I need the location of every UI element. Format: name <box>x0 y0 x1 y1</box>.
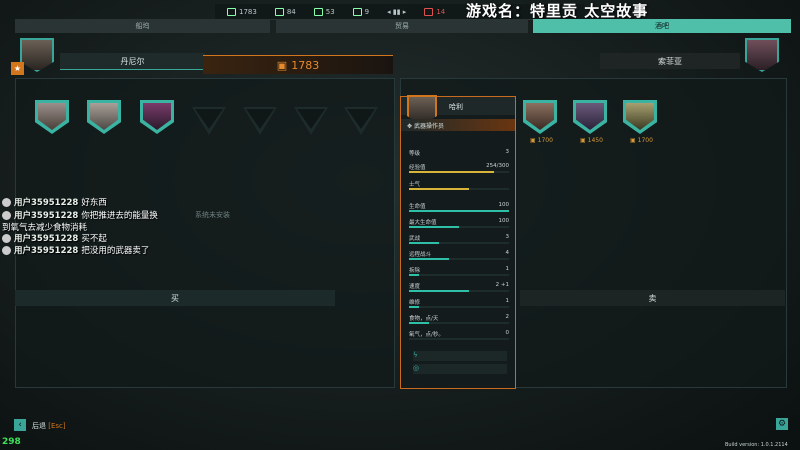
missile-icon <box>313 7 323 16</box>
player-name: 丹尼尔 <box>60 53 205 70</box>
sell-button[interactable]: 卖 <box>520 290 785 306</box>
perk-slot[interactable]: ◎ <box>413 364 507 374</box>
stat-value: 3 <box>505 234 510 240</box>
skill-slot[interactable]: ϟ <box>413 351 507 361</box>
scrap-icon: ▣ <box>276 58 288 72</box>
play-icon[interactable]: ◂ ▮▮ ▸ <box>387 8 406 16</box>
stat-row: 士气 <box>409 180 509 190</box>
vendor-avatar <box>745 38 779 72</box>
stat-row: 远程战斗 4 <box>409 250 510 260</box>
avatar <box>2 210 11 220</box>
tab-bar[interactable]: 酒吧 <box>533 19 791 33</box>
stat-value: 100 <box>498 218 510 224</box>
stat-bar <box>409 290 509 292</box>
stat-bar-fill <box>409 306 419 308</box>
avatar <box>2 197 11 207</box>
stat-value: 0 <box>505 330 510 336</box>
bolt-icon: ϟ <box>413 351 418 359</box>
vendor-name: 索菲亚 <box>600 53 740 69</box>
stat-row: 等级 3 <box>409 149 509 157</box>
resource-missile: 53 <box>313 7 335 16</box>
crew-card-name: 哈利 <box>449 103 463 111</box>
stream-overlay-title: 游戏名：特里贡 太空故事 <box>466 2 649 20</box>
stat-bar <box>409 242 509 244</box>
drone-icon <box>352 7 362 16</box>
hull-icon <box>424 7 434 16</box>
stat-bar-fill <box>409 290 469 292</box>
stat-label: 等级 <box>409 151 421 157</box>
perk-icon: ◎ <box>413 364 420 372</box>
stat-value: 254/300 <box>486 163 509 169</box>
stat-row: 维修 1 <box>409 298 510 308</box>
stat-value: 100 <box>498 202 510 208</box>
stat-value: 2 +1 <box>495 282 509 288</box>
back-icon[interactable]: ‹ <box>14 419 26 431</box>
crew-price: ▣ 1450 <box>580 137 603 144</box>
pause-control[interactable]: ◂ ▮▮ ▸ <box>387 8 406 16</box>
crew-price: ▣ 1700 <box>630 137 653 144</box>
chat-line: 用户35951228 好东西 <box>2 196 107 208</box>
tab-shipyard[interactable]: 船坞 <box>15 19 270 33</box>
stat-bar-fill <box>409 242 439 244</box>
player-scrap: ▣ 1783 <box>203 55 393 74</box>
resource-drone: 9 <box>352 7 369 16</box>
stat-row: 武战 3 <box>409 234 510 244</box>
resource-scrap: 1783 <box>227 7 257 16</box>
crosshair-icon: ✥ <box>407 123 413 130</box>
scrap-icon: ▣ <box>630 137 636 144</box>
captain-star-icon: ★ <box>11 62 24 75</box>
build-version: Build version: 1.0.1.2114 <box>725 442 788 448</box>
stat-row: 生命值 100 <box>409 202 510 212</box>
stat-row: 经验值 254/300 <box>409 163 509 173</box>
stat-bar <box>409 306 509 308</box>
stat-row: 食物，点/天 2 <box>409 314 510 324</box>
crew-detail-card: 哈利 ✥ 武器操作员 等级 3 经验值 254/300 士气生命值 100 最大生命值 100… <box>400 95 516 389</box>
avatar <box>2 245 11 255</box>
stat-value: 3 <box>505 149 510 155</box>
fps-counter: 298 <box>2 437 21 447</box>
buy-button[interactable]: 买 <box>15 290 335 306</box>
stat-bar-fill <box>409 258 449 260</box>
avatar <box>2 233 11 243</box>
stat-bar <box>409 226 509 228</box>
settings-icon[interactable]: ⚙ <box>776 418 788 430</box>
stat-value: 1 <box>505 266 510 272</box>
tab-trade[interactable]: 贸易 <box>276 19 528 33</box>
stat-row: 最大生命值 100 <box>409 218 510 228</box>
chat-line: 用户35951228 你把推进去的能量换 <box>2 209 158 221</box>
crew-card-role: ✥ 武器操作员 <box>407 123 444 130</box>
stat-bar-fill <box>409 210 509 212</box>
stat-value: 2 <box>505 314 510 320</box>
stat-bar <box>409 258 509 260</box>
stat-bar-fill <box>409 188 469 190</box>
stat-bar <box>409 338 509 340</box>
crew-price: ▣ 1700 <box>530 137 553 144</box>
stat-bar <box>409 322 509 324</box>
scrap-icon <box>227 7 236 16</box>
back-button[interactable]: 后退 [Esc] <box>32 421 66 431</box>
scrap-icon: ▣ <box>530 137 536 144</box>
player-avatar <box>20 38 54 72</box>
resource-hull: 14 <box>424 7 445 16</box>
chat-line: 用户35951228 买不起 <box>2 232 107 244</box>
stat-row: 拆除 1 <box>409 266 510 276</box>
stat-row: 速度 2 +1 <box>409 282 509 292</box>
fuel-icon <box>274 7 284 16</box>
stat-bar <box>409 274 509 276</box>
stat-bar-fill <box>409 322 429 324</box>
stat-row: 氧气，点/秒。 0 <box>409 330 510 340</box>
stat-bar <box>409 210 509 212</box>
stat-bar-fill <box>409 171 494 173</box>
stat-value: 4 <box>505 250 510 256</box>
stat-bar <box>409 171 509 173</box>
stat-bar-fill <box>409 226 459 228</box>
chat-line: 用户35951228 把没用的武器卖了 <box>2 244 149 256</box>
stat-bar <box>409 188 509 190</box>
stat-value: 1 <box>505 298 510 304</box>
stat-bar-fill <box>409 274 419 276</box>
resource-fuel: 84 <box>274 7 296 16</box>
empty-system-text: 系统未安装 <box>195 211 230 219</box>
scrap-icon: ▣ <box>580 137 586 144</box>
